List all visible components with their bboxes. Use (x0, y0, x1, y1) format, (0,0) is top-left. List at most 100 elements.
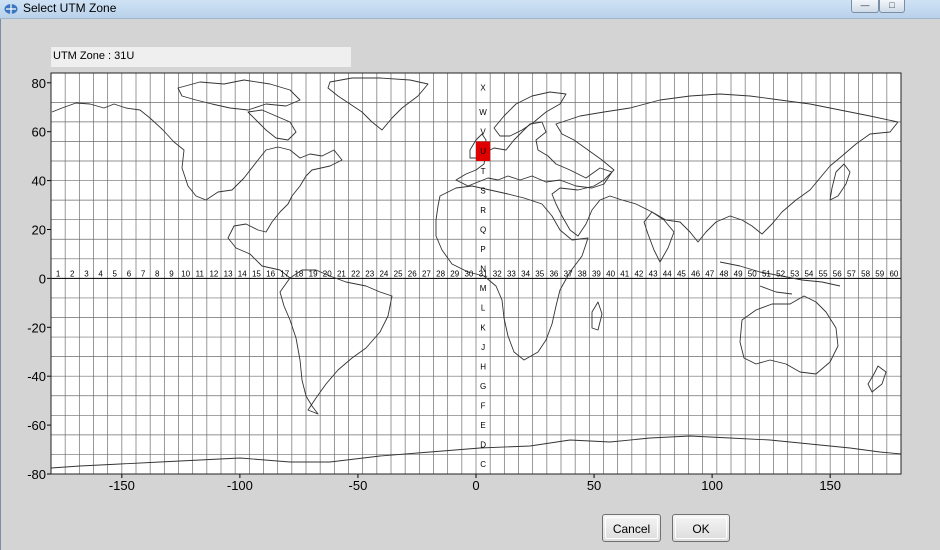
zone-number: 12 (209, 269, 218, 278)
y-axis: 80 60 40 20 0 -20 -40 -60 -80 (27, 76, 51, 482)
zone-number: 42 (634, 269, 643, 278)
globe-icon (4, 4, 18, 14)
window-title: Select UTM Zone (23, 1, 117, 15)
zone-number: 32 (493, 269, 502, 278)
zone-number: 46 (691, 269, 700, 278)
band-letter: W (479, 108, 487, 117)
zone-number: 14 (238, 269, 247, 278)
ok-button-label: OK (675, 517, 727, 539)
zone-number: 25 (394, 269, 403, 278)
zone-number: 18 (294, 269, 303, 278)
zone-number: 1 (56, 269, 61, 278)
y-tick-label: 80 (32, 76, 46, 91)
minimize-button[interactable]: — (851, 0, 879, 13)
x-tick-label: -100 (227, 478, 253, 493)
zone-number: 29 (450, 269, 459, 278)
y-tick-label: -20 (27, 320, 46, 335)
zone-number: 33 (507, 269, 516, 278)
zone-number: 5 (113, 269, 118, 278)
zone-number: 10 (181, 269, 190, 278)
zone-number: 57 (847, 269, 856, 278)
y-tick-label: -60 (27, 418, 46, 433)
zone-number: 26 (408, 269, 417, 278)
zone-number: 44 (663, 269, 672, 278)
zone-number: 34 (521, 269, 530, 278)
zone-number: 38 (578, 269, 587, 278)
zone-number: 13 (224, 269, 233, 278)
band-letter: P (480, 245, 485, 254)
band-letter: V (480, 128, 486, 137)
band-letter: U (480, 147, 486, 156)
zone-grid (50, 72, 902, 475)
zone-number: 8 (155, 269, 160, 278)
x-tick-label: 150 (819, 478, 841, 493)
y-tick-label: -80 (27, 467, 46, 482)
band-letter: G (480, 382, 486, 391)
y-tick-label: 0 (39, 271, 46, 286)
band-letter: R (480, 206, 486, 215)
zone-number: 22 (351, 269, 360, 278)
zone-number: 20 (323, 269, 332, 278)
zone-number: 19 (309, 269, 318, 278)
zone-number: 2 (70, 269, 75, 278)
zone-number: 45 (677, 269, 686, 278)
band-letter: J (481, 343, 485, 352)
zone-number: 37 (564, 269, 573, 278)
zone-number: 7 (141, 269, 146, 278)
zone-number: 58 (861, 269, 870, 278)
y-tick-label: 20 (32, 222, 46, 237)
zone-number: 40 (606, 269, 615, 278)
band-letter: N (480, 265, 486, 274)
maximize-button[interactable]: □ (879, 0, 905, 13)
zone-number: 60 (889, 269, 898, 278)
zone-number: 24 (379, 269, 388, 278)
zone-number: 21 (337, 269, 346, 278)
band-letter: K (480, 323, 486, 332)
zone-number: 51 (762, 269, 771, 278)
zone-number: 54 (804, 269, 813, 278)
band-letter: H (480, 362, 486, 371)
x-tick-label: 0 (472, 478, 479, 493)
zone-number: 47 (705, 269, 714, 278)
zone-number: 50 (748, 269, 757, 278)
band-letter: D (480, 441, 486, 450)
zone-number: 36 (549, 269, 558, 278)
utm-zone-label: UTM Zone : 31U (51, 47, 351, 67)
zone-number: 59 (875, 269, 884, 278)
zone-number: 23 (365, 269, 374, 278)
y-tick-label: 60 (32, 125, 46, 140)
zone-number: 4 (98, 269, 103, 278)
band-letter: F (481, 402, 486, 411)
cancel-button[interactable]: Cancel (602, 514, 661, 542)
x-axis: -150 -100 -50 0 50 100 150 (109, 474, 841, 493)
x-tick-label: -150 (109, 478, 135, 493)
zone-number: 43 (649, 269, 658, 278)
zone-number: 28 (436, 269, 445, 278)
utm-zone-map[interactable]: 1 2 3 4 5 6 7 8 9 10 11 12 13 14 15 16 17 18 19 20 21 22 23 24 2… (0, 70, 940, 500)
x-tick-label: 100 (701, 478, 723, 493)
zone-number: 6 (127, 269, 132, 278)
band-letter: L (481, 304, 486, 313)
zone-number: 3 (84, 269, 89, 278)
zone-number: 15 (252, 269, 261, 278)
band-letter: Q (480, 225, 486, 234)
y-tick-label: -40 (27, 369, 46, 384)
zone-number: 30 (464, 269, 473, 278)
zone-number: 52 (776, 269, 785, 278)
zone-number: 55 (819, 269, 828, 278)
band-letter: S (480, 186, 485, 195)
band-letter: M (480, 284, 487, 293)
band-letter: X (480, 84, 486, 93)
ok-button[interactable]: OK (672, 514, 730, 542)
band-letter: C (480, 460, 486, 469)
zone-number: 53 (790, 269, 799, 278)
zone-number: 11 (196, 269, 205, 278)
y-tick-label: 40 (32, 174, 46, 189)
zone-number: 49 (734, 269, 743, 278)
band-letter: T (481, 167, 486, 176)
zone-number: 56 (833, 269, 842, 278)
cancel-button-label: Cancel (605, 517, 658, 539)
zone-number: 17 (280, 269, 289, 278)
zone-number: 16 (266, 269, 275, 278)
title-bar: Select UTM Zone — □ (0, 0, 940, 19)
